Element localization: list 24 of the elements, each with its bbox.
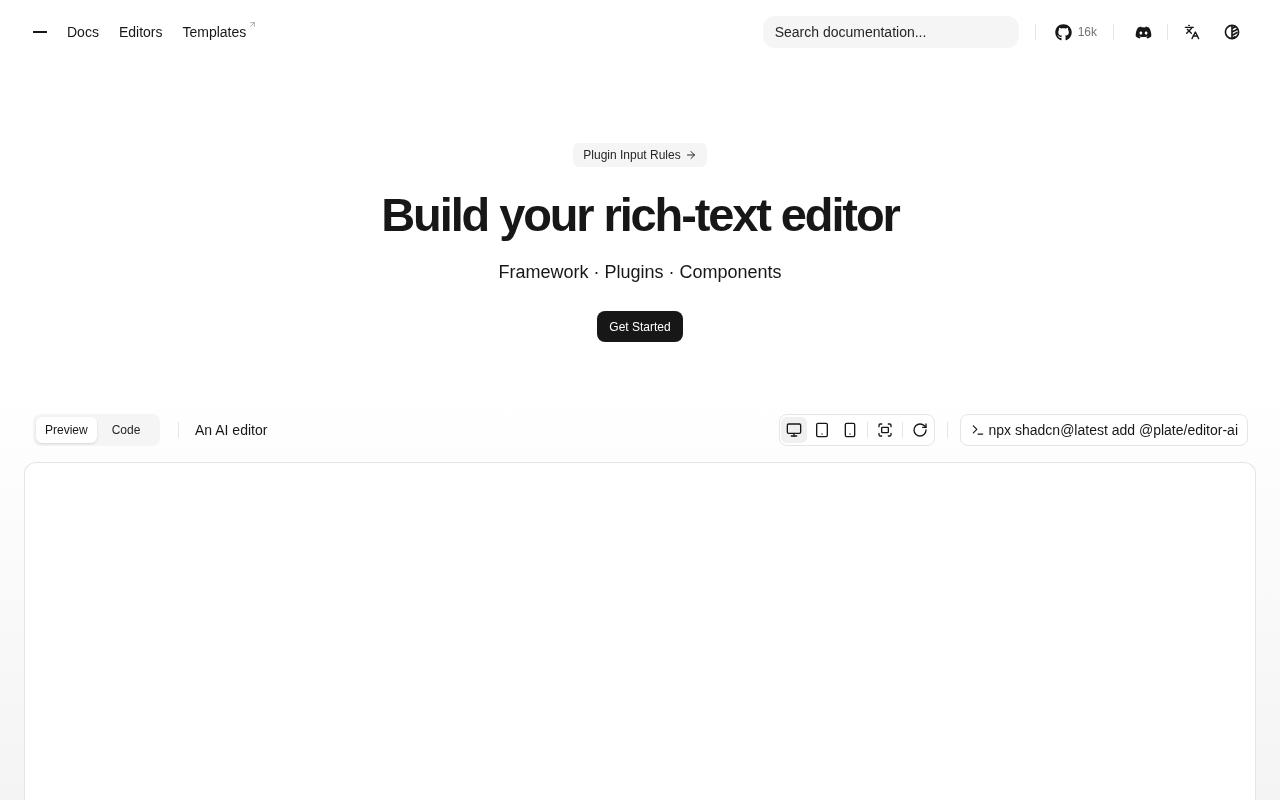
search-field[interactable]: Search documentation... xyxy=(762,16,1019,48)
desktop-view-button[interactable] xyxy=(780,417,807,443)
tab[interactable]: Preview xyxy=(36,417,97,443)
contrast-icon xyxy=(1224,24,1240,40)
tablet-icon xyxy=(813,422,830,438)
hero-subtitle: Framework · Plugins · Components xyxy=(498,261,782,284)
hero-title: Build your rich-text editor xyxy=(381,187,899,243)
nav-link[interactable]: Editors xyxy=(118,21,163,43)
external-link-icon xyxy=(248,19,258,29)
get-started-button[interactable]: Get Started xyxy=(597,311,683,342)
refresh-icon xyxy=(911,422,928,438)
announcement-badge[interactable]: Plugin Input Rules xyxy=(573,143,707,167)
terminal-icon xyxy=(970,423,985,437)
nav-link[interactable]: Docs xyxy=(67,21,99,43)
arrow-right-icon xyxy=(684,149,697,161)
translate-icon xyxy=(1184,24,1200,40)
github-link[interactable]: 16k xyxy=(1051,16,1100,48)
fullscreen-icon xyxy=(876,422,893,438)
monitor-icon xyxy=(785,422,802,438)
copy-command-button[interactable]: npx shadcn@latest add @plate/editor-ai xyxy=(959,414,1248,446)
github-icon xyxy=(1054,23,1072,41)
tab[interactable]: Code xyxy=(96,417,156,443)
demo-title: An AI editor xyxy=(195,420,268,440)
nav-link[interactable]: Templates xyxy=(182,21,258,43)
